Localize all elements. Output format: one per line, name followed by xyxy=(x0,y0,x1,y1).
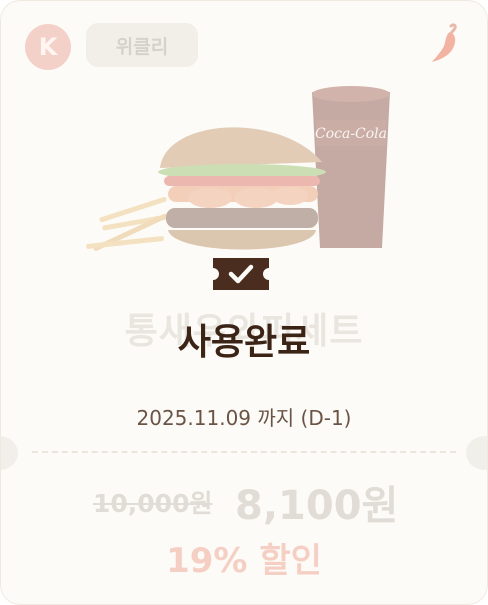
brand-badge: K xyxy=(25,24,71,70)
weekly-tag: 위클리 xyxy=(86,23,198,67)
discount-rate: 19% 할인 xyxy=(166,541,322,581)
cola-cup: Coca-Cola xyxy=(312,86,390,248)
sale-price: 8,100원 xyxy=(235,483,399,529)
original-price: 10,000원 xyxy=(93,489,213,518)
svg-text:Coca-Cola: Coca-Cola xyxy=(315,126,387,142)
perforation-divider xyxy=(32,451,456,453)
brand-initial: K xyxy=(38,33,58,61)
burger xyxy=(158,127,326,250)
product-image: Coca-Cola xyxy=(86,86,390,251)
coupon-card[interactable]: K 위클리 Coca-Cola 통새우와퍼세트 사용완료 2025.11.09 … xyxy=(0,0,488,605)
expiry-date: 2025.11.09 까지 (D-1) xyxy=(136,406,352,430)
ticket-notch-left xyxy=(0,436,18,470)
chili-pepper-icon xyxy=(432,23,457,62)
used-status-label: 사용완료 xyxy=(177,322,311,363)
fries xyxy=(86,196,174,251)
ticket-notch-right xyxy=(466,436,488,470)
ticket-check-icon xyxy=(213,258,269,290)
